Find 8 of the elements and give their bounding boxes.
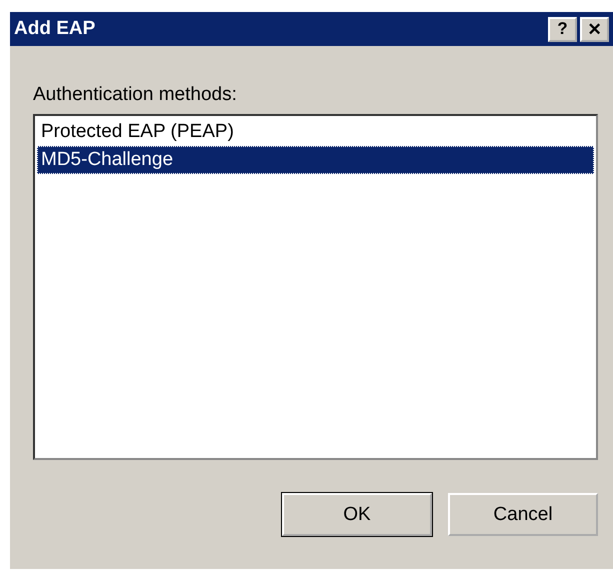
close-button[interactable]: ✕ xyxy=(580,16,609,42)
list-item[interactable]: Protected EAP (PEAP) xyxy=(37,118,594,146)
help-button[interactable]: ? xyxy=(548,16,577,42)
list-item[interactable]: MD5-Challenge xyxy=(37,146,594,174)
list-label: Authentication methods: xyxy=(33,84,238,106)
cancel-button[interactable]: Cancel xyxy=(448,493,598,536)
window-title: Add EAP xyxy=(14,18,96,40)
ok-button[interactable]: OK xyxy=(282,493,432,536)
